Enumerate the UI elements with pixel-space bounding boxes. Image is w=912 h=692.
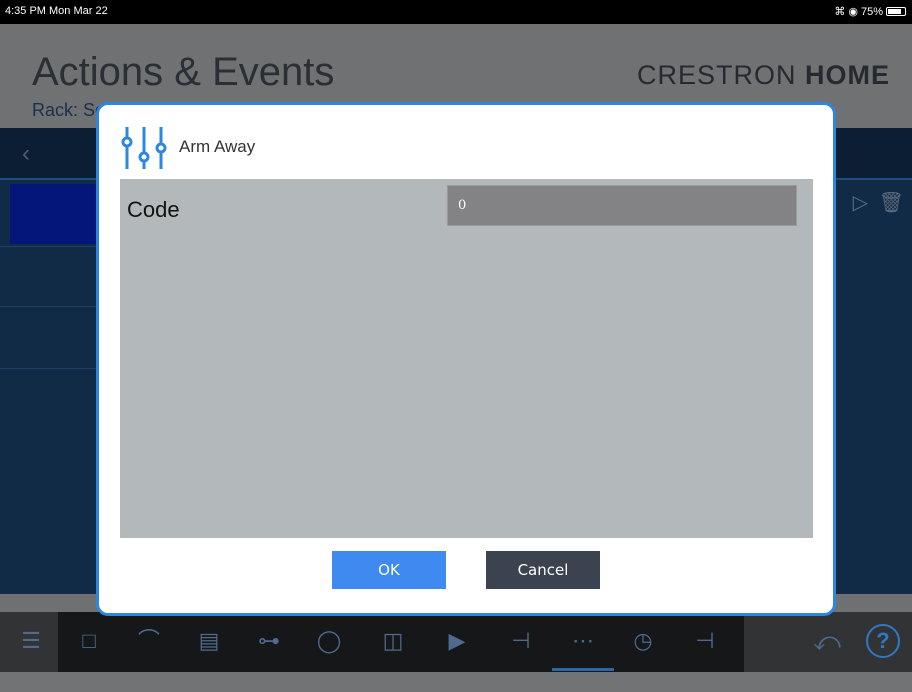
- play-icon[interactable]: ▷: [853, 190, 868, 215]
- dialog-body: Code: [120, 179, 813, 538]
- menu-icon[interactable]: ☰: [16, 626, 46, 656]
- thermostat-icon[interactable]: ⊣: [506, 626, 536, 656]
- toolbar-selection-indicator: [552, 668, 614, 671]
- dialog-title: Arm Away: [179, 137, 256, 156]
- alarm-icon: ◉: [848, 6, 858, 18]
- arm-away-dialog: Arm Away Code OK Cancel: [96, 102, 836, 616]
- add-device-icon[interactable]: □: [74, 626, 104, 656]
- ok-button[interactable]: OK: [332, 551, 446, 589]
- bottom-strip: [0, 672, 912, 692]
- code-input[interactable]: [447, 185, 797, 226]
- status-bar: 4:35 PM Mon Mar 22 ⌘ ◉ 75%: [0, 0, 912, 24]
- battery-icon: [886, 7, 906, 16]
- brand-logo: CRESTRON HOME: [636, 60, 890, 90]
- trash-icon[interactable]: 🗑: [879, 190, 904, 215]
- status-time: 4:35 PM Mon Mar 22: [5, 5, 108, 17]
- back-icon[interactable]: ‹: [22, 140, 30, 168]
- shades-icon[interactable]: ▤: [194, 626, 224, 656]
- status-right: ⌘ ◉ 75%: [834, 5, 906, 18]
- battery-percent: 75%: [860, 5, 883, 18]
- media-icon[interactable]: ▶: [442, 626, 472, 656]
- clock-icon[interactable]: ◷: [628, 626, 658, 656]
- wifi-icon: ⌘: [834, 6, 846, 18]
- temperature-icon[interactable]: ⊣: [690, 626, 720, 656]
- help-icon[interactable]: ?: [866, 624, 900, 658]
- sliders-icon: [121, 127, 167, 169]
- cancel-button[interactable]: Cancel: [486, 551, 600, 589]
- scenes-icon[interactable]: ⊶: [254, 626, 284, 656]
- lights-icon[interactable]: ◯: [314, 626, 344, 656]
- door-icon[interactable]: ◫: [378, 626, 408, 656]
- page-title: Actions & Events: [32, 50, 335, 94]
- back-arrow-icon[interactable]: ⤺: [812, 626, 842, 656]
- code-label: Code: [127, 197, 180, 222]
- bottom-toolbar: ☰ □ ⌒ ▤ ⊶ ◯ ◫ ▶ ⊣ ⋯ ◷ ⊣ ⤺ ?: [0, 612, 912, 672]
- keypad-icon[interactable]: ⋯: [568, 626, 598, 656]
- security-icon[interactable]: ⌒: [134, 626, 164, 656]
